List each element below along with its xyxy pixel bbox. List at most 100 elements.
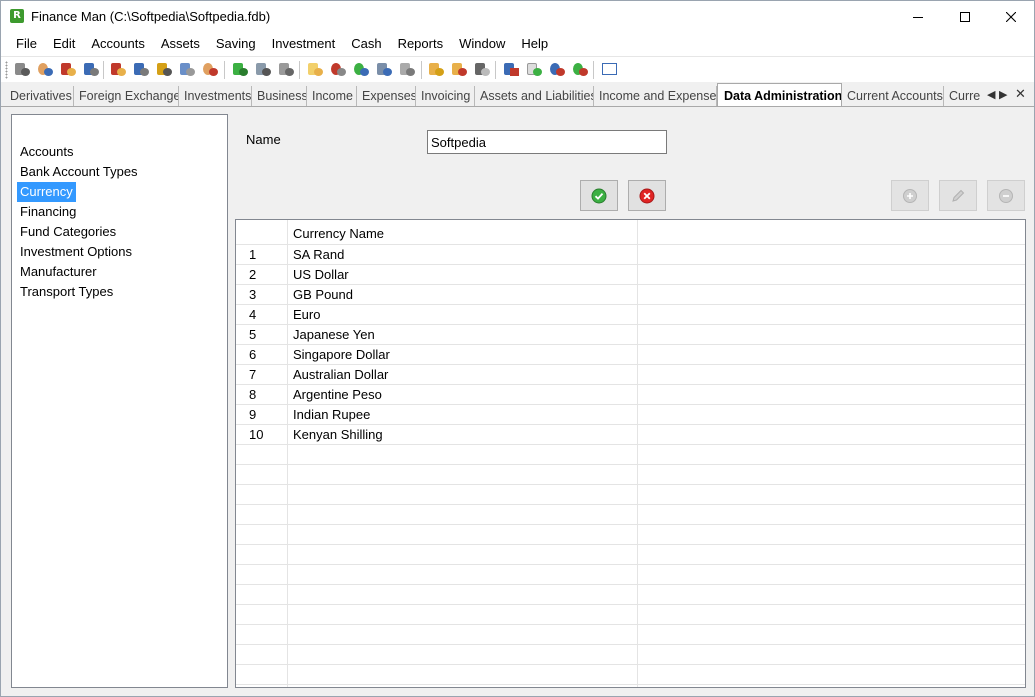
globe-icon[interactable] — [571, 60, 589, 78]
tab-derivatives[interactable]: Derivatives — [5, 86, 74, 106]
tab-foreign-exchange[interactable]: Foreign Exchange — [74, 86, 179, 106]
category-bank-account-types[interactable]: Bank Account Types — [17, 162, 141, 182]
menu-investment[interactable]: Investment — [264, 32, 344, 56]
currency-name-cell[interactable]: Euro — [293, 305, 320, 325]
row-number: 6 — [249, 347, 257, 362]
note-icon[interactable] — [306, 60, 324, 78]
report-icon[interactable] — [525, 60, 543, 78]
tab-scroll-right-icon[interactable]: ▶ — [999, 88, 1007, 101]
menu-cash[interactable]: Cash — [343, 32, 389, 56]
tab-invoicing[interactable]: Invoicing — [416, 86, 475, 106]
building-icon[interactable] — [13, 60, 31, 78]
document-icon[interactable] — [375, 60, 393, 78]
row-number: 10 — [249, 427, 264, 442]
maximize-button[interactable] — [942, 1, 988, 32]
tab-close-icon[interactable]: ✕ — [1015, 86, 1026, 102]
close-window-button[interactable] — [988, 1, 1034, 32]
tab-current-accounts[interactable]: Current Accounts — [842, 86, 944, 106]
coins-icon[interactable] — [427, 60, 445, 78]
menu-file[interactable]: File — [8, 32, 45, 56]
menu-bar: File Edit Accounts Assets Saving Investm… — [1, 32, 1034, 56]
truck-icon[interactable] — [155, 60, 173, 78]
title-bar: R Finance Man (C:\Softpedia\Softpedia.fd… — [1, 1, 1034, 32]
category-list[interactable]: Accounts Bank Account Types Currency Fin… — [11, 114, 228, 688]
table-row[interactable]: 3 GB Pound — [236, 285, 1025, 305]
printer-icon[interactable] — [254, 60, 272, 78]
printer-icon[interactable] — [277, 60, 295, 78]
computer-icon[interactable] — [178, 60, 196, 78]
table-row[interactable]: 10 Kenyan Shilling — [236, 425, 1025, 445]
currency-grid[interactable]: Currency Name 1 SA Rand 2 US Dollar 3 GB Po… — [235, 219, 1026, 688]
category-investment-options[interactable]: Investment Options — [17, 242, 135, 262]
empty-row — [236, 505, 1025, 525]
person-icon[interactable] — [201, 60, 219, 78]
money-bag-icon[interactable] — [231, 60, 249, 78]
table-row[interactable]: 2 US Dollar — [236, 265, 1025, 285]
menu-help[interactable]: Help — [513, 32, 556, 56]
confirm-button[interactable] — [580, 180, 618, 211]
menu-edit[interactable]: Edit — [45, 32, 83, 56]
tab-expenses[interactable]: Expenses — [357, 86, 416, 106]
table-row[interactable]: 5 Japanese Yen — [236, 325, 1025, 345]
menu-saving[interactable]: Saving — [208, 32, 264, 56]
menu-window[interactable]: Window — [451, 32, 513, 56]
person-icon[interactable] — [36, 60, 54, 78]
table-row[interactable]: 9 Indian Rupee — [236, 405, 1025, 425]
cancel-button[interactable] — [628, 180, 666, 211]
toolbar-grip[interactable] — [5, 61, 8, 79]
currency-name-cell[interactable]: US Dollar — [293, 265, 349, 285]
menu-assets[interactable]: Assets — [153, 32, 208, 56]
tab-strip: Derivatives Foreign Exchange Investments… — [1, 83, 1034, 107]
tab-income[interactable]: Income — [307, 86, 357, 106]
tab-business[interactable]: Business — [252, 86, 307, 106]
tab-assets-and-liabilities[interactable]: Assets and Liabilities — [475, 86, 594, 106]
currency-name-cell[interactable]: Australian Dollar — [293, 365, 388, 385]
category-accounts[interactable]: Accounts — [17, 142, 76, 162]
category-currency[interactable]: Currency — [17, 182, 76, 202]
currency-name-cell[interactable]: Japanese Yen — [293, 325, 375, 345]
house-icon[interactable] — [109, 60, 127, 78]
name-input[interactable] — [427, 130, 667, 154]
menu-reports[interactable]: Reports — [390, 32, 452, 56]
name-label: Name — [246, 132, 281, 147]
empty-row — [236, 565, 1025, 585]
edit-button[interactable] — [939, 180, 977, 211]
minimize-button[interactable] — [895, 1, 941, 32]
table-row[interactable]: 8 Argentine Peso — [236, 385, 1025, 405]
remove-button[interactable] — [987, 180, 1025, 211]
currency-name-cell[interactable]: Singapore Dollar — [293, 345, 390, 365]
globe-icon[interactable] — [548, 60, 566, 78]
coins-icon[interactable] — [450, 60, 468, 78]
table-row[interactable]: 4 Euro — [236, 305, 1025, 325]
currency-name-cell[interactable]: Argentine Peso — [293, 385, 382, 405]
calculator-icon[interactable] — [473, 60, 491, 78]
globe-icon[interactable] — [352, 60, 370, 78]
tab-scroll-left-icon[interactable]: ◀ — [987, 88, 995, 101]
currency-name-cell[interactable]: SA Rand — [293, 245, 344, 265]
house-icon[interactable] — [59, 60, 77, 78]
globe-icon[interactable] — [329, 60, 347, 78]
tab-investments[interactable]: Investments — [179, 86, 252, 106]
tab-income-and-expenses[interactable]: Income and Expenses — [594, 86, 717, 106]
car-icon[interactable] — [82, 60, 100, 78]
window-icon[interactable] — [600, 60, 618, 78]
currency-name-cell[interactable]: Indian Rupee — [293, 405, 370, 425]
category-financing[interactable]: Financing — [17, 202, 79, 222]
category-fund-categories[interactable]: Fund Categories — [17, 222, 119, 242]
menu-accounts[interactable]: Accounts — [83, 32, 152, 56]
category-manufacturer[interactable]: Manufacturer — [17, 262, 100, 282]
currency-name-cell[interactable]: Kenyan Shilling — [293, 425, 383, 445]
column-header-currency-name[interactable]: Currency Name — [293, 224, 384, 244]
add-button[interactable] — [891, 180, 929, 211]
car-icon[interactable] — [132, 60, 150, 78]
table-row[interactable]: 6 Singapore Dollar — [236, 345, 1025, 365]
bar-chart-icon[interactable] — [502, 60, 520, 78]
tab-data-administration[interactable]: Data Administration — [717, 83, 842, 106]
bank-icon[interactable] — [398, 60, 416, 78]
tab-current-truncated[interactable]: Curre — [944, 86, 983, 106]
table-row[interactable]: 7 Australian Dollar — [236, 365, 1025, 385]
maximize-icon — [960, 11, 970, 22]
category-transport-types[interactable]: Transport Types — [17, 282, 116, 302]
table-row[interactable]: 1 SA Rand — [236, 245, 1025, 265]
currency-name-cell[interactable]: GB Pound — [293, 285, 353, 305]
